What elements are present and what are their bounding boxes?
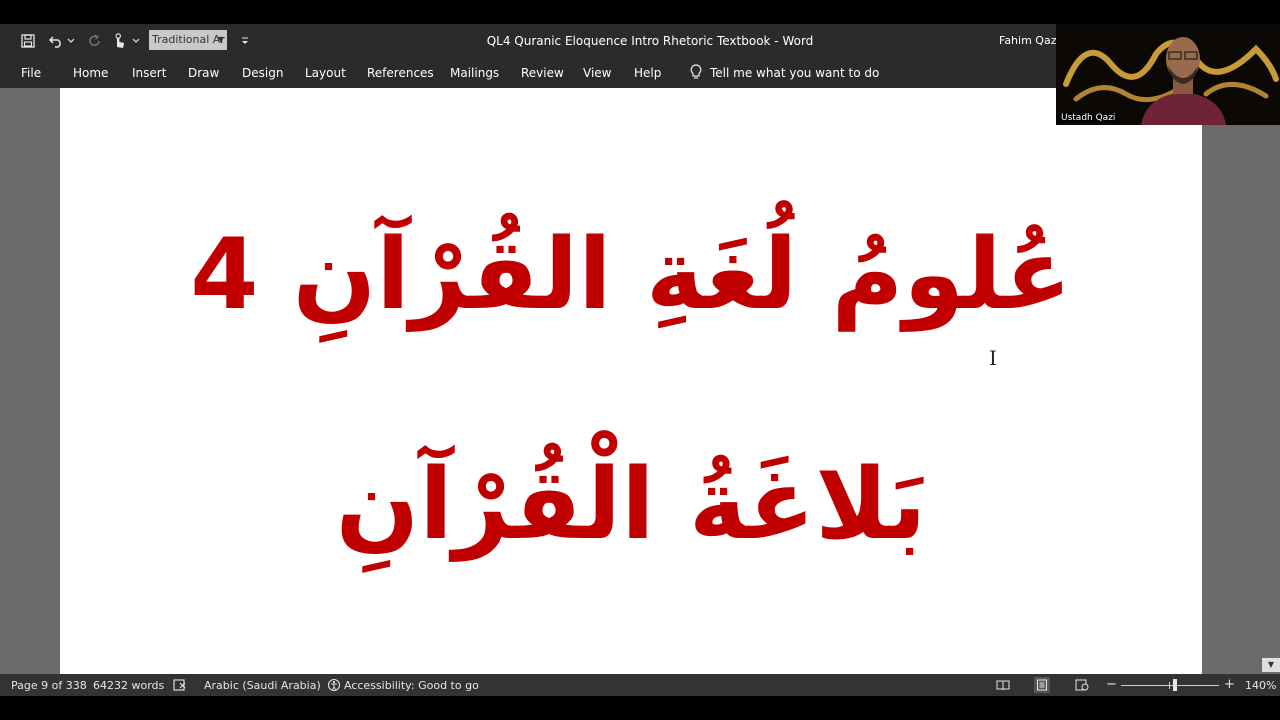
document-workspace[interactable]: عُلومُ لُغَةِ القُرْآنِ 4 بَلاغَةُ الْقُ… xyxy=(0,88,1280,674)
heading-line-1: عُلومُ لُغَةِ القُرْآنِ 4 xyxy=(190,218,1072,332)
font-name-value: Traditional Ar xyxy=(152,33,225,46)
redo-icon[interactable] xyxy=(86,32,104,50)
zoom-slider-thumb[interactable] xyxy=(1173,679,1177,691)
zoom-level[interactable]: 140% xyxy=(1245,679,1276,692)
lightbulb-icon xyxy=(690,63,702,83)
language-indicator[interactable]: Arabic (Saudi Arabia) xyxy=(204,679,321,692)
zoom-default-mark xyxy=(1169,682,1170,689)
tab-draw[interactable]: Draw xyxy=(188,66,219,80)
font-dropdown-icon[interactable]: ▼ xyxy=(218,30,224,50)
save-icon[interactable] xyxy=(19,32,37,50)
heading-line-2: بَلاغَةُ الْقُرْآنِ xyxy=(335,448,927,562)
customize-qat-icon[interactable] xyxy=(238,32,252,50)
signed-in-user[interactable]: Fahim Qazi xyxy=(999,34,1060,47)
tab-view[interactable]: View xyxy=(583,66,611,80)
zoom-in-icon[interactable]: + xyxy=(1224,677,1235,692)
webcam-overlay: Ustadh Qazi xyxy=(1056,24,1280,125)
tab-home[interactable]: Home xyxy=(73,66,108,80)
zoom-out-icon[interactable]: − xyxy=(1106,677,1117,692)
font-name-box[interactable]: Traditional Ar ▼ xyxy=(149,30,227,50)
print-layout-icon[interactable] xyxy=(1034,677,1050,693)
tell-me-search[interactable]: Tell me what you want to do xyxy=(690,63,880,83)
tab-mailings[interactable]: Mailings xyxy=(450,66,499,80)
webcam-video xyxy=(1056,24,1280,125)
tab-help[interactable]: Help xyxy=(634,66,661,80)
text-cursor-icon: I xyxy=(989,346,997,370)
scroll-down-icon[interactable]: ▼ xyxy=(1262,658,1280,672)
touch-dropdown-icon[interactable] xyxy=(130,32,142,50)
tab-design[interactable]: Design xyxy=(242,66,283,80)
accessibility-status[interactable]: Accessibility: Good to go xyxy=(344,679,479,692)
proofing-icon[interactable] xyxy=(172,677,188,693)
status-bar: Page 9 of 338 64232 words Arabic (Saudi … xyxy=(0,674,1280,696)
undo-icon[interactable] xyxy=(47,32,65,50)
word-count[interactable]: 64232 words xyxy=(93,679,164,692)
vertical-scrollbar[interactable]: ▼ xyxy=(1262,88,1280,674)
accessibility-icon[interactable] xyxy=(326,677,342,693)
page-count[interactable]: Page 9 of 338 xyxy=(11,679,87,692)
tab-insert[interactable]: Insert xyxy=(132,66,166,80)
tell-me-label: Tell me what you want to do xyxy=(710,66,880,80)
read-mode-icon[interactable] xyxy=(995,677,1011,693)
document-title: QL4 Quranic Eloquence Intro Rhetoric Tex… xyxy=(486,34,814,48)
undo-dropdown-icon[interactable] xyxy=(65,32,77,50)
tab-layout[interactable]: Layout xyxy=(305,66,346,80)
touch-mode-icon[interactable] xyxy=(110,32,128,50)
tab-file[interactable]: File xyxy=(21,66,41,80)
tab-references[interactable]: References xyxy=(367,66,434,80)
webcam-participant-label: Ustadh Qazi xyxy=(1058,113,1119,123)
zoom-slider[interactable] xyxy=(1121,685,1219,686)
tab-review[interactable]: Review xyxy=(521,66,564,80)
web-layout-icon[interactable] xyxy=(1074,677,1090,693)
document-page[interactable]: عُلومُ لُغَةِ القُرْآنِ 4 بَلاغَةُ الْقُ… xyxy=(60,88,1202,674)
